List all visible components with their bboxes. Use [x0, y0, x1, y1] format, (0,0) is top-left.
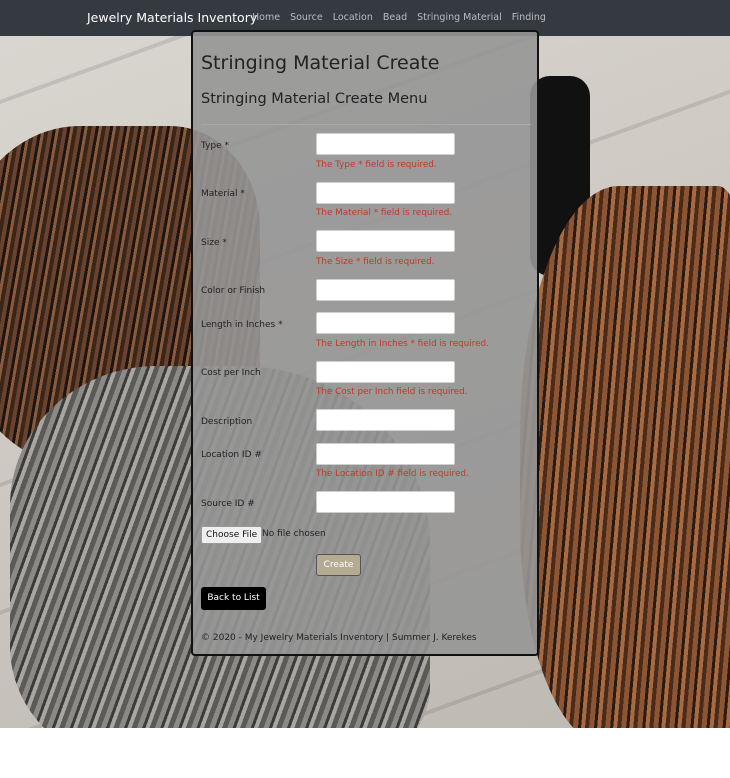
- footer-text: © 2020 - My Jewelry Materials Inventory …: [201, 633, 477, 643]
- content-card: Stringing Material Create Stringing Mate…: [191, 30, 539, 656]
- brand-link[interactable]: Jewelry Materials Inventory: [87, 10, 257, 25]
- page-subtitle: Stringing Material Create Menu: [201, 91, 428, 107]
- source-id-input[interactable]: [316, 491, 455, 513]
- description-label: Description: [201, 417, 253, 427]
- type-label: Type *: [201, 141, 230, 151]
- create-button[interactable]: Create: [316, 554, 361, 576]
- source-id-label: Source ID #: [201, 499, 255, 509]
- divider: [201, 124, 531, 125]
- choose-file-button[interactable]: Choose File: [201, 526, 263, 544]
- type-error: The Type * field is required.: [316, 160, 437, 170]
- location-id-label: Location ID #: [201, 450, 262, 460]
- leather-cord-spool-brown-right: [520, 186, 730, 728]
- description-input[interactable]: [316, 409, 455, 431]
- length-in-inches-error: The Length in Inches * field is required…: [316, 339, 489, 349]
- material-error: The Material * field is required.: [316, 208, 453, 218]
- color-or-finish-input[interactable]: [316, 279, 455, 301]
- size-input[interactable]: [316, 230, 455, 252]
- material-input[interactable]: [316, 182, 455, 204]
- size-label: Size *: [201, 238, 227, 248]
- back-to-list-button[interactable]: Back to List: [201, 587, 266, 610]
- length-in-inches-label: Length in Inches *: [201, 320, 283, 330]
- material-label: Material *: [201, 189, 245, 199]
- page-title: Stringing Material Create: [201, 52, 440, 74]
- nav-link-location[interactable]: Location: [333, 12, 373, 23]
- color-or-finish-label: Color or Finish: [201, 286, 266, 296]
- nav-link-stringing-material[interactable]: Stringing Material: [417, 12, 502, 23]
- nav-link-home[interactable]: Home: [252, 12, 280, 23]
- cost-per-inch-input[interactable]: [316, 361, 455, 383]
- type-input[interactable]: [316, 133, 455, 155]
- location-id-error: The Location ID # field is required.: [316, 469, 469, 479]
- nav-link-source[interactable]: Source: [290, 12, 323, 23]
- nav-links: Home Source Location Bead Stringing Mate…: [252, 12, 556, 23]
- file-status-text: No file chosen: [262, 529, 326, 539]
- length-in-inches-input[interactable]: [316, 312, 455, 334]
- location-id-input[interactable]: [316, 443, 455, 465]
- nav-link-finding[interactable]: Finding: [512, 12, 546, 23]
- nav-link-bead[interactable]: Bead: [383, 12, 407, 23]
- cost-per-inch-error: The Cost per Inch field is required.: [316, 387, 468, 397]
- cost-per-inch-label: Cost per Inch: [201, 368, 261, 378]
- size-error: The Size * field is required.: [316, 257, 435, 267]
